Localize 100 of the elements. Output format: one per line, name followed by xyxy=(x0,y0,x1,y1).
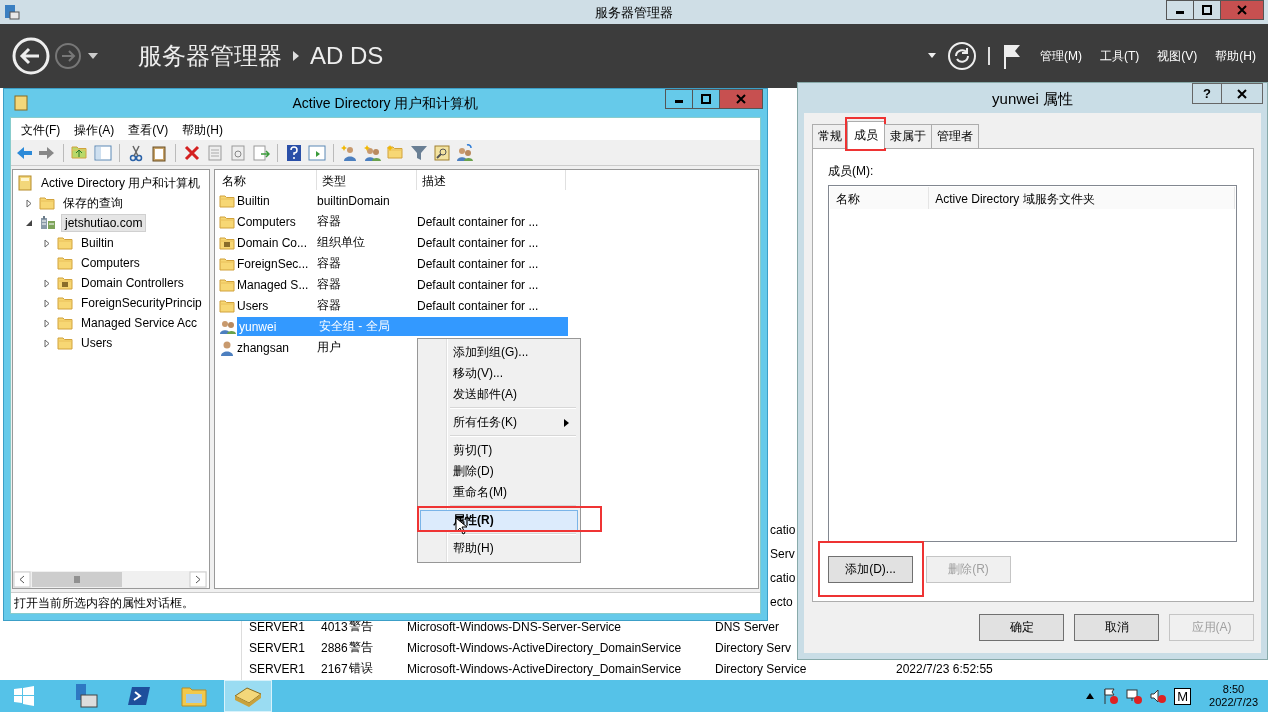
dialog-button[interactable]: 确定 xyxy=(979,614,1064,641)
column-header[interactable]: Active Directory 域服务文件夹 xyxy=(929,187,1235,209)
menu-item[interactable]: 重命名(M) xyxy=(420,482,578,503)
expand-arrow-icon[interactable] xyxy=(44,338,50,348)
list-row[interactable]: ForeignSec... 容器 Default container for ... xyxy=(235,254,566,273)
clipboard-icon[interactable] xyxy=(150,143,168,162)
event-cell: 2167 xyxy=(321,661,349,676)
directory-book-icon xyxy=(233,684,263,708)
add-to-group-icon[interactable] xyxy=(456,143,474,162)
expand-arrow-icon[interactable] xyxy=(44,278,50,288)
list-row[interactable]: Users 容器 Default container for ... xyxy=(235,296,566,315)
speaker-muted-icon[interactable] xyxy=(1150,688,1167,704)
list-cell-text: Computers xyxy=(237,214,297,229)
refresh-icon[interactable] xyxy=(948,42,976,70)
folder-icon xyxy=(57,335,73,351)
action-center-flag-icon[interactable] xyxy=(1102,688,1119,704)
tree-item[interactable]: Users xyxy=(77,334,117,352)
close-button[interactable] xyxy=(1221,83,1263,104)
event-cell-text: Directory Serv xyxy=(715,640,792,655)
tree-item[interactable]: Builtin xyxy=(77,234,118,252)
scissors-icon[interactable] xyxy=(127,143,145,162)
menu-item[interactable]: 视图(V) xyxy=(1157,47,1198,65)
tab[interactable]: 成员 xyxy=(847,121,885,149)
list-row[interactable]: Computers 容器 Default container for ... xyxy=(235,212,566,231)
column-header[interactable]: 描述 xyxy=(417,170,566,190)
export-list-icon[interactable] xyxy=(252,143,270,162)
members-list[interactable]: 名称 Active Directory 域服务文件夹 xyxy=(828,185,1237,542)
column-header[interactable]: 名称 xyxy=(830,187,930,209)
tab[interactable]: 管理者 xyxy=(931,124,979,148)
expand-arrow-icon[interactable] xyxy=(26,198,32,208)
tree-item[interactable]: jetshutiao.com xyxy=(61,214,147,232)
horizontal-scrollbar[interactable] xyxy=(13,571,207,588)
server-manager-icon xyxy=(73,683,99,709)
network-icon[interactable] xyxy=(1126,688,1143,704)
clock-date[interactable]: 2022/7/23 xyxy=(1209,696,1258,709)
expand-arrow-icon[interactable] xyxy=(44,318,50,328)
menu-item[interactable]: 管理(M) xyxy=(1040,47,1082,65)
dialog-title: yunwei 属性 xyxy=(992,90,1073,109)
show-hidden-icons-icon[interactable] xyxy=(1086,693,1095,699)
new-user-icon[interactable] xyxy=(341,143,359,162)
minimize-button[interactable] xyxy=(665,89,693,109)
tree-item[interactable]: Computers xyxy=(77,254,144,272)
back-button-icon[interactable] xyxy=(12,37,50,75)
menu-item[interactable]: 所有任务(K) xyxy=(420,412,578,433)
menu-item[interactable]: 操作(A) xyxy=(74,122,115,136)
list-cell-text: 容器 xyxy=(317,255,342,272)
folder-icon xyxy=(57,235,73,251)
list-row[interactable]: Managed S... 容器 Default container for ... xyxy=(235,275,566,294)
column-header[interactable]: 名称 xyxy=(217,170,317,190)
event-cell-text: Microsoft-Windows-ActiveDirectory_DomainService xyxy=(407,640,683,655)
collapse-arrow-icon[interactable] xyxy=(25,219,33,227)
tree-item[interactable]: 保存的查询 xyxy=(59,192,127,214)
tab[interactable]: 常规 xyxy=(812,124,848,148)
menu-item[interactable]: 工具(T) xyxy=(1100,47,1140,65)
forward-button-icon[interactable] xyxy=(54,42,82,70)
action-pane-icon[interactable] xyxy=(308,143,326,162)
users-icon xyxy=(219,318,237,335)
clock-time[interactable]: 8:50 xyxy=(1222,683,1245,696)
filter-icon[interactable] xyxy=(410,143,428,162)
list-cell-text: 用户 xyxy=(317,339,342,356)
folder-icon xyxy=(57,275,73,291)
directory-book-icon xyxy=(17,175,33,191)
close-icon xyxy=(736,94,746,104)
breadcrumb-item[interactable]: AD DS xyxy=(310,42,384,70)
expand-arrow-icon[interactable] xyxy=(44,298,50,308)
tab[interactable]: 隶属于 xyxy=(884,124,932,148)
dialog-button[interactable]: 取消 xyxy=(1074,614,1159,641)
menu-item[interactable]: 发送邮件(A) xyxy=(420,384,578,405)
dialog-button[interactable]: 添加(D)... xyxy=(828,556,913,583)
tree-item[interactable]: Managed Service Acc xyxy=(77,314,202,332)
expand-arrow-icon[interactable] xyxy=(44,238,50,248)
dropdown-caret-icon[interactable] xyxy=(928,53,936,59)
minimize-button[interactable] xyxy=(1166,0,1194,20)
domain-icon xyxy=(39,215,57,231)
tree-item[interactable]: Domain Controllers xyxy=(77,274,188,292)
notifications-flag-icon[interactable] xyxy=(1002,43,1022,69)
delete-icon[interactable] xyxy=(183,143,201,162)
menu-item[interactable]: 剪切(T) xyxy=(420,440,578,461)
tree-item[interactable]: ForeignSecurityPrincip xyxy=(77,294,206,312)
menu-item[interactable]: 删除(D) xyxy=(420,461,578,482)
list-row[interactable]: Builtin builtinDomain xyxy=(235,191,566,210)
tree-item[interactable]: Active Directory 用户和计算机 xyxy=(37,172,205,194)
new-group-icon[interactable] xyxy=(364,143,382,162)
menu-item[interactable]: 帮助(H) xyxy=(420,538,578,559)
menu-item[interactable]: 帮助(H) xyxy=(1215,47,1256,65)
help-button[interactable]: ? xyxy=(1192,83,1222,104)
breadcrumb-item[interactable]: 服务器管理器 xyxy=(138,40,282,72)
menu-item[interactable]: 查看(V) xyxy=(128,122,169,136)
shell-icon xyxy=(128,684,152,708)
dropdown-caret-icon[interactable] xyxy=(88,53,98,59)
menu-item[interactable]: 帮助(H) xyxy=(182,122,223,136)
column-header[interactable]: 类型 xyxy=(317,170,417,190)
list-row[interactable]: Domain Co... 组织单位 Default container for ... xyxy=(235,233,566,252)
help-icon[interactable] xyxy=(285,143,303,162)
menu-item[interactable]: 添加到组(G)... xyxy=(420,342,578,363)
menu-item[interactable]: 文件(F) xyxy=(21,122,61,136)
find-icon[interactable] xyxy=(433,143,451,162)
list-cell-text: Default container for ... xyxy=(417,235,540,250)
menu-item[interactable]: 移动(V)... xyxy=(420,363,578,384)
input-method-indicator[interactable]: M xyxy=(1174,687,1192,705)
